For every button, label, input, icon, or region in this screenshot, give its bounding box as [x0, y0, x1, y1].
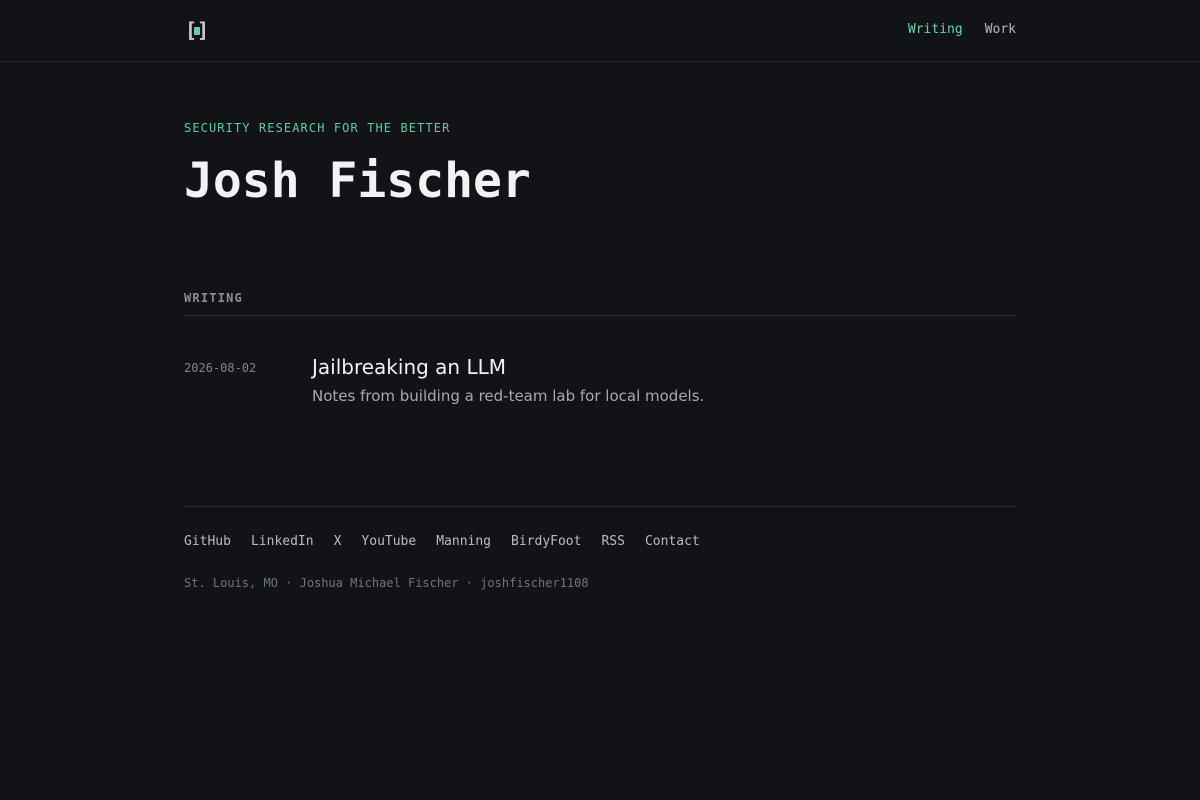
linkedin-link[interactable]: LinkedIn	[251, 534, 314, 550]
manning-link[interactable]: Manning	[436, 534, 491, 550]
post-summary: Notes from building a red-team lab for l…	[312, 387, 705, 405]
hero-eyebrow: SECURITY RESEARCH FOR THE BETTER	[184, 121, 451, 135]
birdyfoot-link[interactable]: BirdyFoot	[511, 534, 581, 550]
post-title-link[interactable]: Jailbreaking an LLM	[312, 355, 506, 380]
footer-meta: St. Louis, MO · Joshua Michael Fischer ·…	[184, 576, 589, 590]
writing-top-divider	[184, 315, 1016, 316]
nav-work-link[interactable]: Work	[985, 21, 1016, 39]
main-navigation: Writing Work	[908, 21, 1016, 39]
page-title: Josh Fischer	[184, 153, 531, 209]
site-header: [ ] Writing Work	[0, 0, 1200, 62]
contact-link[interactable]: Contact	[645, 534, 700, 550]
footer-links: GitHub LinkedIn X YouTube Manning BirdyF…	[184, 534, 700, 550]
footer-divider	[184, 506, 1016, 507]
github-link[interactable]: GitHub	[184, 534, 231, 550]
logo-right-bracket: ]	[197, 18, 210, 42]
x-link[interactable]: X	[334, 534, 342, 550]
post-list-item: 2026-08-02 Jailbreaking an LLM Notes fro…	[184, 355, 1016, 415]
nav-writing-link[interactable]: Writing	[908, 21, 963, 39]
writing-section-heading: WRITING	[184, 291, 243, 305]
post-date: 2026-08-02	[184, 361, 257, 375]
home-logo-link[interactable]: [ ]	[185, 18, 209, 42]
rss-link[interactable]: RSS	[601, 534, 624, 550]
youtube-link[interactable]: YouTube	[361, 534, 416, 550]
